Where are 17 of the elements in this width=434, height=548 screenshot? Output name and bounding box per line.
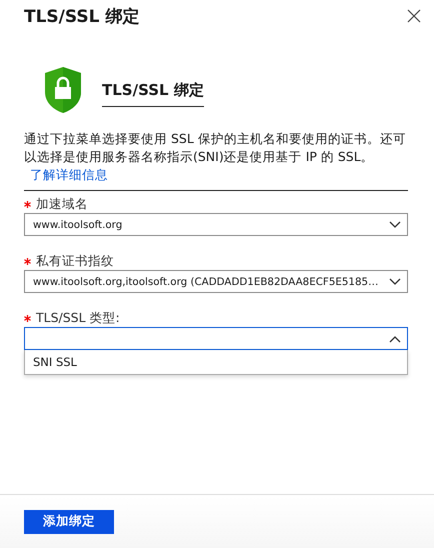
learn-more-link[interactable]: 了解详细信息 — [30, 167, 108, 182]
dropdown-field[interactable]: www.itoolsoft.org — [24, 213, 408, 236]
dropdown-field[interactable]: www.itoolsoft.org,itoolsoft.org (CADDADD1EB82DAA8ECF5E5185… — [24, 270, 408, 293]
field-label: TLS/SSL 类型: — [36, 309, 120, 327]
shield-lock-icon — [44, 66, 82, 114]
field-label: 加速域名 — [36, 195, 88, 213]
chevron-icon — [389, 278, 401, 286]
dropdown-field[interactable] — [24, 327, 408, 350]
close-button[interactable] — [406, 8, 422, 24]
section-heading: TLS/SSL 绑定 — [102, 81, 204, 107]
window-title: TLS/SSL 绑定 — [24, 6, 140, 28]
chevron-icon — [389, 220, 401, 228]
description-text: 通过下拉菜单选择要使用 SSL 保护的主机名和要使用的证书。还可以选择是使用服务器名称指示(SNI)还是使用基于 IP 的 SSL。 了解详细信息 — [24, 130, 408, 191]
add-binding-button[interactable]: 添加绑定 — [24, 510, 114, 534]
dropdown-option[interactable]: SNI SSL — [25, 350, 407, 374]
field-label: 私有证书指纹 — [36, 252, 114, 270]
chevron-icon — [389, 334, 401, 342]
